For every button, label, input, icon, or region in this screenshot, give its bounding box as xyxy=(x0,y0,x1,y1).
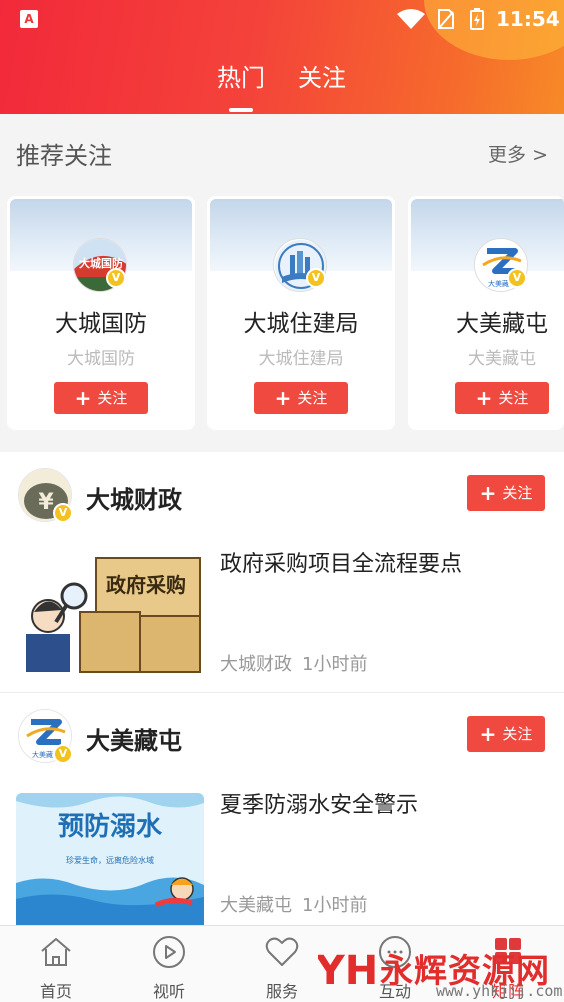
article-source: 大美藏屯 xyxy=(220,895,292,916)
thumbnail-text: 预防溺水 xyxy=(58,812,163,842)
watermark-logo: YH xyxy=(318,948,376,994)
heart-icon xyxy=(265,937,299,966)
follow-button[interactable]: + 关注 xyxy=(467,716,545,752)
more-link[interactable]: 更多 > xyxy=(488,140,548,167)
recommend-card[interactable]: 大城国防 V 大城国防 大城国防 + 关注 xyxy=(7,196,195,430)
verified-badge: V xyxy=(53,744,73,764)
nav-home[interactable]: 首页 xyxy=(11,926,101,1002)
recommend-section: 推荐关注 更多 > 大城国防 V 大城国防 大城国防 + 关注 V 大城住建局 … xyxy=(0,114,564,444)
verified-badge: V xyxy=(306,268,326,288)
article-meta: 大城财政 1小时前 xyxy=(220,650,367,676)
app-notification-icon: A xyxy=(20,10,38,28)
verified-badge: V xyxy=(106,268,126,288)
recommend-card[interactable]: 大美藏屯 V 大美藏屯 大美藏屯 + 关注 xyxy=(408,196,564,430)
watermark: YH 永辉资源网 www.yhkjjj.com xyxy=(318,930,564,1002)
nav-label: 首页 xyxy=(39,982,72,1001)
recommend-card[interactable]: V 大城住建局 大城住建局 + 关注 xyxy=(207,196,395,430)
thumbnail-subtext: 珍爱生命，远离危险水域 xyxy=(66,855,154,865)
card-subtitle: 大城国防 xyxy=(67,349,135,369)
plus-icon: + xyxy=(74,386,92,410)
wifi-icon xyxy=(397,9,425,29)
account-name[interactable]: 大城财政 xyxy=(86,480,182,515)
follow-button[interactable]: + 关注 xyxy=(455,382,549,414)
active-tab-indicator xyxy=(229,108,253,112)
sim-icon xyxy=(438,9,454,29)
home-icon xyxy=(41,938,71,966)
tab-hot[interactable]: 热门 xyxy=(217,58,265,93)
card-subtitle: 大城住建局 xyxy=(258,349,344,369)
nav-label: 服务 xyxy=(265,982,298,1001)
top-tabs: 热门 关注 xyxy=(0,58,564,98)
follow-button[interactable]: + 关注 xyxy=(254,382,348,414)
tab-follow[interactable]: 关注 xyxy=(298,58,346,93)
watermark-url: www.yhkjjj.com xyxy=(436,982,563,1000)
nav-label: 视听 xyxy=(152,982,185,1001)
plus-icon: + xyxy=(479,722,497,746)
article-title[interactable]: 政府采购项目全流程要点 xyxy=(220,546,462,578)
article-source: 大城财政 xyxy=(220,654,292,675)
article-thumbnail[interactable]: 预防溺水 珍爱生命，远离危险水域 xyxy=(16,793,204,925)
article-thumbnail[interactable]: 政府采购 xyxy=(16,552,204,676)
svg-text:¥: ¥ xyxy=(38,490,54,515)
status-bar: A 11:54 xyxy=(0,0,564,38)
card-name: 大美藏屯 xyxy=(456,311,548,337)
app-header: A 11:54 热门 关注 xyxy=(0,0,564,114)
card-name: 大城住建局 xyxy=(243,311,359,337)
verified-badge: V xyxy=(507,268,527,288)
article-title[interactable]: 夏季防溺水安全警示 xyxy=(220,787,418,819)
feed-item[interactable]: 大美藏屯 V 大美藏屯 + 关注 预防溺水 珍爱生命，远离危险水域 夏季防溺水安全… xyxy=(0,693,564,925)
article-time: 1小时前 xyxy=(302,895,368,916)
plus-icon: + xyxy=(274,386,292,410)
follow-button[interactable]: + 关注 xyxy=(54,382,148,414)
article-time: 1小时前 xyxy=(302,654,368,675)
thumbnail-text: 政府采购 xyxy=(106,573,186,597)
follow-button[interactable]: + 关注 xyxy=(467,475,545,511)
article-meta: 大美藏屯 1小时前 xyxy=(220,891,367,917)
card-name: 大城国防 xyxy=(55,311,147,337)
card-subtitle: 大美藏屯 xyxy=(468,349,536,369)
clock: 11:54 xyxy=(496,7,560,31)
verified-badge: V xyxy=(53,503,73,523)
watermark-logo-text: YH xyxy=(318,948,376,994)
play-icon xyxy=(153,936,185,968)
nav-media[interactable]: 视听 xyxy=(124,926,214,1002)
account-name[interactable]: 大美藏屯 xyxy=(86,721,182,756)
feed-item[interactable]: ¥ V 大城财政 + 关注 政府采购 政府采购项目全流程要点 大城财政 1小时前 xyxy=(0,452,564,692)
section-title: 推荐关注 xyxy=(16,142,112,170)
plus-icon: + xyxy=(475,386,493,410)
nav-service[interactable]: 服务 xyxy=(237,926,327,1002)
battery-icon xyxy=(470,8,484,30)
plus-icon: + xyxy=(479,481,497,505)
